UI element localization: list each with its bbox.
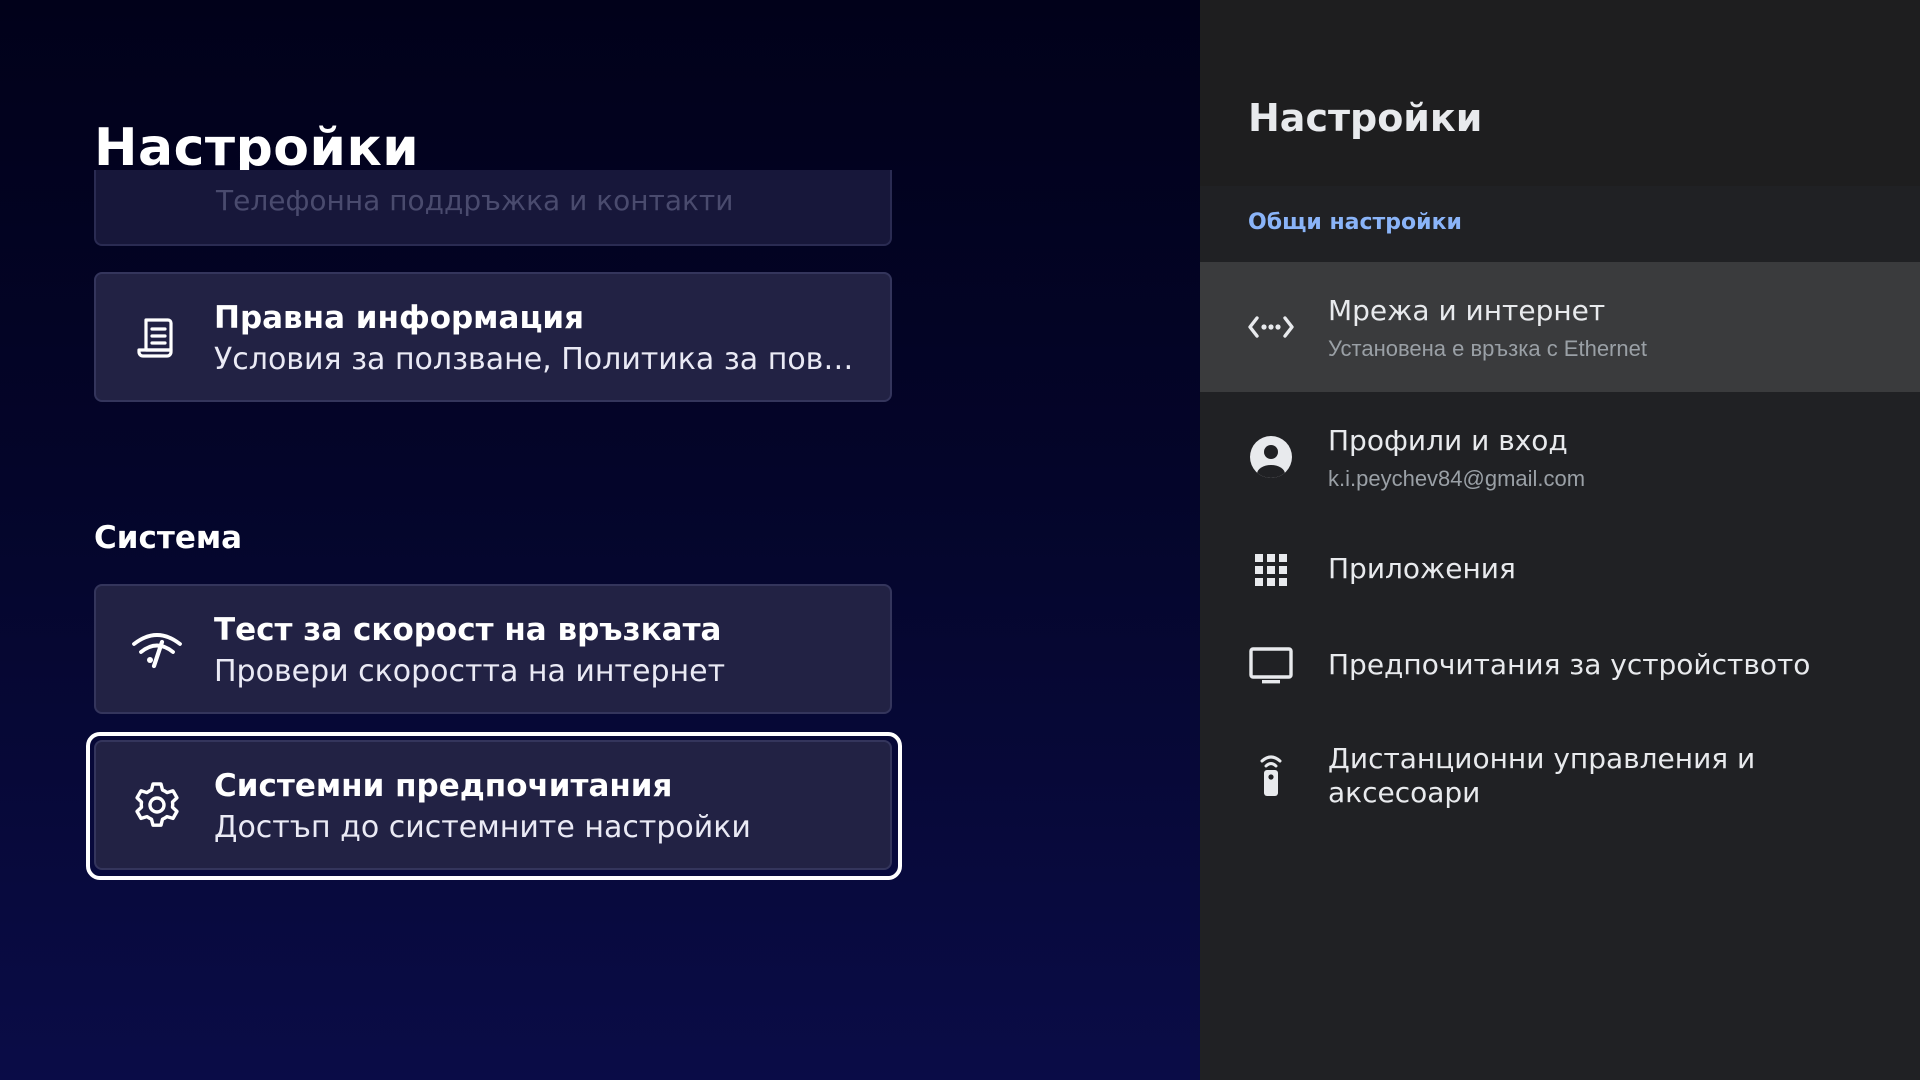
gear-icon	[135, 782, 179, 827]
tv-icon	[1249, 647, 1293, 684]
menu-item-remotes-title-line1: Дистанционни управления и	[1328, 742, 1756, 775]
system-preferences-title: Системни предпочитания	[214, 768, 673, 804]
side-panel-header: Настройки	[1200, 0, 1920, 186]
menu-item-remotes-title: Дистанционни управления и аксесоари	[1328, 742, 1755, 810]
menu-item-apps[interactable]: Приложения	[1200, 522, 1920, 618]
legal-info-subtitle: Условия за ползване, Политика за поверит…	[214, 342, 864, 377]
menu-item-accounts-title: Профили и вход	[1328, 424, 1568, 457]
page-title: Настройки	[94, 118, 420, 178]
remote-icon	[1260, 755, 1282, 796]
menu-item-network-title: Мрежа и интернет	[1328, 294, 1606, 327]
menu-item-network[interactable]: Мрежа и интернет Установена е връзка с E…	[1200, 262, 1920, 392]
legal-info-card[interactable]: Правна информация Условия за ползване, П…	[94, 272, 892, 402]
menu-item-network-subtitle: Установена е връзка с Ethernet	[1328, 336, 1647, 361]
speed-test-title: Тест за скорост на връзката	[214, 612, 722, 648]
document-icon	[137, 318, 173, 358]
partial-card-support[interactable]: Телефонна поддръжка и контакти	[94, 170, 892, 246]
menu-item-accounts[interactable]: Профили и вход k.i.peychev84@gmail.com	[1200, 392, 1920, 522]
system-preferences-card[interactable]: Системни предпочитания Достъп до системн…	[94, 740, 892, 870]
account-icon	[1250, 436, 1292, 478]
system-preferences-subtitle: Достъп до системните настройки	[214, 810, 751, 845]
network-icon	[1248, 316, 1294, 338]
settings-side-panel: Настройки Общи настройки Мрежа и интерне…	[1200, 0, 1920, 1080]
side-panel-title: Настройки	[1248, 96, 1483, 140]
menu-item-accounts-subtitle: k.i.peychev84@gmail.com	[1328, 466, 1586, 491]
menu-item-apps-title: Приложения	[1328, 552, 1516, 585]
speed-icon	[132, 633, 182, 669]
legal-info-title: Правна информация	[214, 300, 585, 336]
left-pane: Настройки Телефонна поддръжка и контакти…	[0, 0, 1200, 1080]
apps-grid-icon	[1255, 554, 1287, 586]
speed-test-subtitle: Провери скоростта на интернет	[214, 654, 726, 689]
speed-test-card[interactable]: Тест за скорост на връзката Провери скор…	[94, 584, 892, 714]
category-general-settings: Общи настройки	[1248, 210, 1462, 235]
menu-item-remotes-accessories[interactable]: Дистанционни управления и аксесоари	[1200, 714, 1920, 842]
section-label-system: Система	[94, 520, 243, 556]
menu-item-device-preferences-title: Предпочитания за устройството	[1328, 648, 1811, 681]
partial-card-text: Телефонна поддръжка и контакти	[216, 184, 734, 217]
menu-item-remotes-title-line2: аксесоари	[1328, 776, 1481, 809]
menu-item-device-preferences[interactable]: Предпочитания за устройството	[1200, 618, 1920, 714]
